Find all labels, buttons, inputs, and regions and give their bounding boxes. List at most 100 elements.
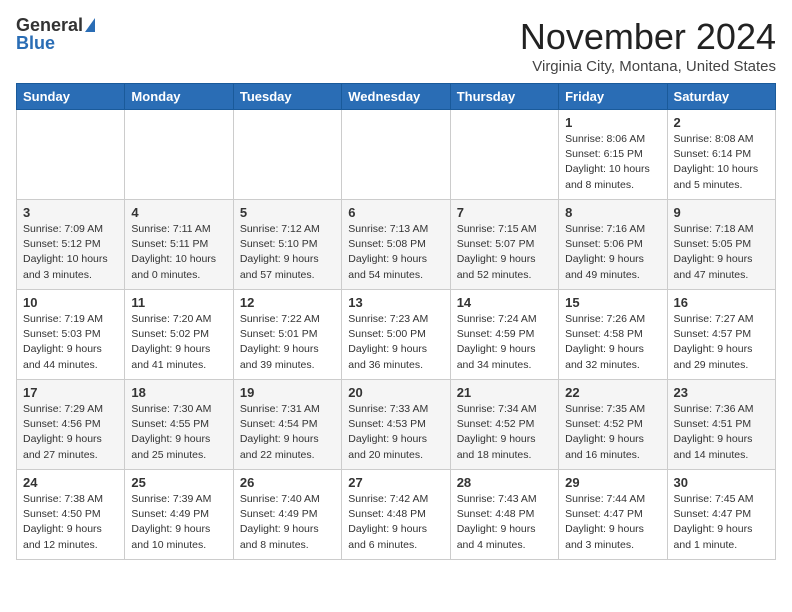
calendar-day-header: Thursday: [450, 84, 558, 110]
day-number: 27: [348, 475, 443, 490]
location-title: Virginia City, Montana, United States: [520, 58, 776, 75]
day-number: 28: [457, 475, 552, 490]
calendar-cell: 10Sunrise: 7:19 AMSunset: 5:03 PMDayligh…: [17, 290, 125, 380]
day-number: 13: [348, 295, 443, 310]
calendar-cell: 21 Sunrise: 7:34 AMSunset: 4:52 PMDayligh…: [450, 380, 558, 470]
day-number: 19: [240, 385, 335, 400]
page-header: General Blue November 2024 Virginia City…: [16, 16, 776, 75]
day-info: Sunrise: 7:42 AMSunset: 4:48 PMDaylight:…: [348, 492, 443, 553]
day-info: Sunrise: 7:39 AMSunset: 4:49 PMDaylight:…: [131, 492, 226, 553]
calendar-cell: 27 Sunrise: 7:42 AMSunset: 4:48 PMDayligh…: [342, 470, 450, 560]
calendar-cell: [17, 110, 125, 200]
day-number: 16: [674, 295, 769, 310]
calendar-cell: 25 Sunrise: 7:39 AMSunset: 4:49 PMDayligh…: [125, 470, 233, 560]
day-info: Sunrise: 7:36 AMSunset: 4:51 PMDaylight:…: [674, 402, 769, 463]
month-title: November 2024: [520, 16, 776, 58]
calendar-cell: 23 Sunrise: 7:36 AMSunset: 4:51 PMDayligh…: [667, 380, 775, 470]
logo-blue-text: Blue: [16, 34, 55, 52]
calendar-cell: 16Sunrise: 7:27 AMSunset: 4:57 PMDayligh…: [667, 290, 775, 380]
day-info: Sunrise: 7:18 AMSunset: 5:05 PMDaylight:…: [674, 222, 769, 283]
calendar-day-header: Sunday: [17, 84, 125, 110]
day-number: 6: [348, 205, 443, 220]
calendar-day-header: Tuesday: [233, 84, 341, 110]
day-info: Sunrise: 7:33 AMSunset: 4:53 PMDaylight:…: [348, 402, 443, 463]
day-info: Sunrise: 8:08 AMSunset: 6:14 PMDaylight:…: [674, 132, 769, 193]
day-number: 26: [240, 475, 335, 490]
calendar-cell: 17 Sunrise: 7:29 AMSunset: 4:56 PMDayligh…: [17, 380, 125, 470]
calendar-cell: 3Sunrise: 7:09 AMSunset: 5:12 PMDaylight…: [17, 200, 125, 290]
day-number: 1: [565, 115, 660, 130]
calendar-cell: 1 Sunrise: 8:06 AMSunset: 6:15 PMDaylight…: [559, 110, 667, 200]
day-number: 12: [240, 295, 335, 310]
logo: General Blue: [16, 16, 95, 52]
calendar-cell: 8 Sunrise: 7:16 AMSunset: 5:06 PMDaylight…: [559, 200, 667, 290]
calendar-cell: [233, 110, 341, 200]
day-info: Sunrise: 7:38 AMSunset: 4:50 PMDaylight:…: [23, 492, 118, 553]
day-number: 7: [457, 205, 552, 220]
calendar-day-header: Saturday: [667, 84, 775, 110]
calendar-cell: 13 Sunrise: 7:23 AMSunset: 5:00 PMDayligh…: [342, 290, 450, 380]
calendar-cell: 18Sunrise: 7:30 AMSunset: 4:55 PMDayligh…: [125, 380, 233, 470]
day-info: Sunrise: 7:26 AMSunset: 4:58 PMDaylight:…: [565, 312, 660, 373]
day-info: Sunrise: 7:16 AMSunset: 5:06 PMDaylight:…: [565, 222, 660, 283]
day-info: Sunrise: 7:15 AMSunset: 5:07 PMDaylight:…: [457, 222, 552, 283]
day-info: Sunrise: 7:22 AMSunset: 5:01 PMDaylight:…: [240, 312, 335, 373]
calendar-week-row: 3Sunrise: 7:09 AMSunset: 5:12 PMDaylight…: [17, 200, 776, 290]
day-info: Sunrise: 7:23 AMSunset: 5:00 PMDaylight:…: [348, 312, 443, 373]
calendar-cell: 4Sunrise: 7:11 AMSunset: 5:11 PMDaylight…: [125, 200, 233, 290]
day-number: 10: [23, 295, 118, 310]
calendar-cell: 6 Sunrise: 7:13 AMSunset: 5:08 PMDaylight…: [342, 200, 450, 290]
day-number: 11: [131, 295, 226, 310]
calendar-cell: [342, 110, 450, 200]
title-section: November 2024 Virginia City, Montana, Un…: [520, 16, 776, 75]
day-info: Sunrise: 7:45 AMSunset: 4:47 PMDaylight:…: [674, 492, 769, 553]
day-info: Sunrise: 7:34 AMSunset: 4:52 PMDaylight:…: [457, 402, 552, 463]
day-info: Sunrise: 7:09 AMSunset: 5:12 PMDaylight:…: [23, 222, 118, 283]
day-number: 24: [23, 475, 118, 490]
calendar-cell: 15 Sunrise: 7:26 AMSunset: 4:58 PMDayligh…: [559, 290, 667, 380]
day-number: 5: [240, 205, 335, 220]
calendar-week-row: 10Sunrise: 7:19 AMSunset: 5:03 PMDayligh…: [17, 290, 776, 380]
day-number: 15: [565, 295, 660, 310]
day-info: Sunrise: 7:30 AMSunset: 4:55 PMDaylight:…: [131, 402, 226, 463]
day-info: Sunrise: 7:13 AMSunset: 5:08 PMDaylight:…: [348, 222, 443, 283]
day-info: Sunrise: 7:29 AMSunset: 4:56 PMDaylight:…: [23, 402, 118, 463]
calendar-cell: 24 Sunrise: 7:38 AMSunset: 4:50 PMDayligh…: [17, 470, 125, 560]
day-number: 2: [674, 115, 769, 130]
calendar-cell: 19 Sunrise: 7:31 AMSunset: 4:54 PMDayligh…: [233, 380, 341, 470]
calendar-cell: 2 Sunrise: 8:08 AMSunset: 6:14 PMDaylight…: [667, 110, 775, 200]
day-info: Sunrise: 7:44 AMSunset: 4:47 PMDaylight:…: [565, 492, 660, 553]
day-info: Sunrise: 8:06 AMSunset: 6:15 PMDaylight:…: [565, 132, 660, 193]
day-info: Sunrise: 7:11 AMSunset: 5:11 PMDaylight:…: [131, 222, 226, 283]
calendar-day-header: Friday: [559, 84, 667, 110]
calendar-cell: 30 Sunrise: 7:45 AMSunset: 4:47 PMDayligh…: [667, 470, 775, 560]
day-number: 17: [23, 385, 118, 400]
calendar-week-row: 17 Sunrise: 7:29 AMSunset: 4:56 PMDayligh…: [17, 380, 776, 470]
day-number: 8: [565, 205, 660, 220]
day-info: Sunrise: 7:43 AMSunset: 4:48 PMDaylight:…: [457, 492, 552, 553]
calendar-cell: 22Sunrise: 7:35 AMSunset: 4:52 PMDayligh…: [559, 380, 667, 470]
calendar-cell: 29 Sunrise: 7:44 AMSunset: 4:47 PMDayligh…: [559, 470, 667, 560]
calendar-day-header: Wednesday: [342, 84, 450, 110]
day-number: 21: [457, 385, 552, 400]
calendar-cell: [125, 110, 233, 200]
calendar-table: SundayMondayTuesdayWednesdayThursdayFrid…: [16, 83, 776, 560]
day-number: 25: [131, 475, 226, 490]
calendar-cell: 28 Sunrise: 7:43 AMSunset: 4:48 PMDayligh…: [450, 470, 558, 560]
day-number: 23: [674, 385, 769, 400]
day-number: 22: [565, 385, 660, 400]
logo-triangle-icon: [85, 18, 95, 32]
day-info: Sunrise: 7:12 AMSunset: 5:10 PMDaylight:…: [240, 222, 335, 283]
day-info: Sunrise: 7:31 AMSunset: 4:54 PMDaylight:…: [240, 402, 335, 463]
logo-general-text: General: [16, 16, 83, 34]
calendar-cell: 7 Sunrise: 7:15 AMSunset: 5:07 PMDaylight…: [450, 200, 558, 290]
day-number: 20: [348, 385, 443, 400]
calendar-cell: 20 Sunrise: 7:33 AMSunset: 4:53 PMDayligh…: [342, 380, 450, 470]
day-number: 29: [565, 475, 660, 490]
day-info: Sunrise: 7:40 AMSunset: 4:49 PMDaylight:…: [240, 492, 335, 553]
day-info: Sunrise: 7:24 AMSunset: 4:59 PMDaylight:…: [457, 312, 552, 373]
day-info: Sunrise: 7:20 AMSunset: 5:02 PMDaylight:…: [131, 312, 226, 373]
calendar-cell: [450, 110, 558, 200]
calendar-header-row: SundayMondayTuesdayWednesdayThursdayFrid…: [17, 84, 776, 110]
day-number: 30: [674, 475, 769, 490]
